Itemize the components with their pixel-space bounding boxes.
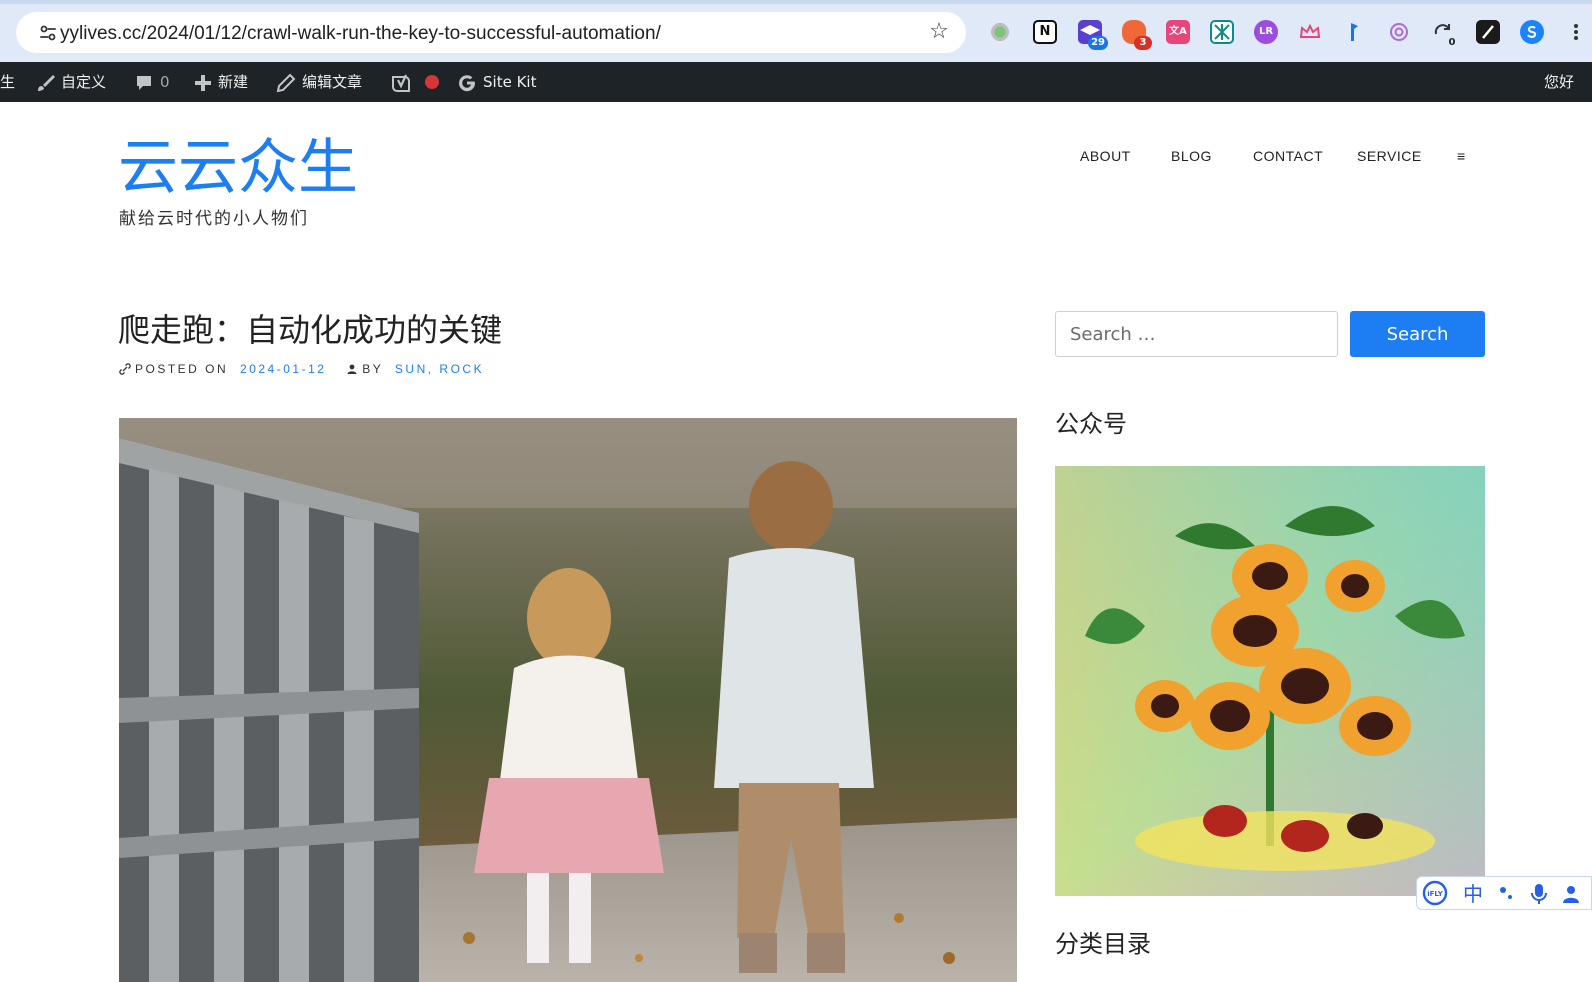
adminbar-comments[interactable]: 0 [134, 62, 170, 102]
post-date[interactable]: 2024-01-12 [240, 362, 326, 376]
link-icon [119, 363, 131, 375]
wechat-qr-image [1055, 466, 1485, 896]
punctuation-icon[interactable] [1497, 884, 1517, 904]
address-bar[interactable]: yylives.cc/2024/01/12/crawl-walk-run-the… [16, 12, 966, 53]
nav-service[interactable]: SERVICE [1357, 148, 1422, 168]
dark-slash-extension-icon[interactable] [1476, 20, 1500, 44]
nav-about[interactable]: ABOUT [1080, 148, 1131, 168]
adminbar-sitekit[interactable]: Site Kit [457, 62, 536, 102]
adminbar-greeting[interactable]: 您好 [1544, 62, 1574, 102]
chat-bubbles-extension-icon[interactable]: 3 [1122, 20, 1152, 50]
ime-mode-label[interactable]: 中 [1463, 881, 1483, 907]
featured-image [119, 418, 1017, 982]
new-label: 新建 [218, 73, 249, 91]
yoast-status-dot [425, 75, 439, 89]
by-label: BY [362, 362, 384, 376]
microphone-icon[interactable] [1529, 883, 1549, 905]
comments-count: 0 [160, 73, 170, 91]
comment-icon [137, 75, 151, 90]
nav-contact[interactable]: CONTACT [1253, 148, 1323, 168]
google-g-icon [459, 74, 476, 91]
customize-label: 自定义 [61, 73, 107, 91]
translate-label: 文A [1169, 26, 1187, 37]
site-description: 献给云时代的小人物们 [119, 209, 309, 229]
search-input[interactable] [1055, 311, 1338, 357]
nav-menu-icon[interactable]: ≡ [1457, 148, 1466, 168]
widget-title-categories: 分类目录 [1055, 930, 1151, 958]
notion-label: N [1039, 24, 1051, 39]
notion-extension-icon[interactable]: N [1033, 20, 1057, 44]
lr-label: LR [1258, 26, 1274, 37]
edit-post-label: 编辑文章 [302, 73, 363, 91]
tab-strip-edge [0, 0, 1592, 4]
search-button[interactable]: Search [1350, 311, 1485, 357]
adminbar-yoast[interactable] [390, 62, 418, 102]
sitekit-label: Site Kit [483, 73, 537, 91]
paintbrush-icon [38, 74, 55, 91]
extensions-overflow-icon[interactable] [1564, 20, 1588, 44]
site-title[interactable]: 云云众生 [118, 133, 358, 203]
bookmark-star-icon[interactable]: ☆ [926, 19, 952, 45]
pencil-icon [276, 73, 296, 92]
adminbar-site-name[interactable]: 生 [0, 62, 15, 102]
lr-extension-icon[interactable]: LR [1254, 20, 1278, 44]
circle-extension-icon[interactable] [988, 20, 1012, 44]
post-author[interactable]: SUN, ROCK [395, 362, 484, 376]
adminbar-new[interactable]: 新建 [194, 62, 248, 102]
post-title: 爬走跑：自动化成功的关键 [118, 311, 503, 349]
adminbar-edit-post[interactable]: 编辑文章 [276, 62, 362, 102]
ime-toolbar[interactable]: iFLY 中 [1416, 876, 1592, 910]
extension-badge: 29 [1088, 36, 1108, 50]
adminbar-customize[interactable]: 自定义 [35, 62, 106, 102]
ifly-icon[interactable]: iFLY [1422, 880, 1448, 906]
plus-icon [195, 74, 211, 91]
wp-admin-bar: 生 自定义 0 新建 编辑文章 Site Kit 您好 [0, 62, 1592, 102]
translate-extension-icon[interactable]: 文A [1166, 20, 1190, 44]
nav-blog[interactable]: BLOG [1171, 148, 1212, 168]
extension-badge: 0 [1448, 37, 1456, 48]
openai-extension-icon[interactable] [1387, 20, 1411, 44]
blue-s-extension-icon[interactable] [1520, 20, 1544, 44]
svg-text:iFLY: iFLY [1427, 890, 1444, 898]
user-icon[interactable] [1561, 884, 1581, 904]
graduation-cap-extension-icon[interactable]: 29 [1078, 20, 1108, 50]
posted-on-label: POSTED ON [135, 362, 229, 376]
pattern-extension-icon[interactable] [1210, 20, 1234, 44]
post-meta: POSTED ON 2024-01-12 BY SUN, ROCK [119, 362, 484, 376]
user-icon [347, 364, 357, 374]
extension-badge: 3 [1134, 36, 1152, 50]
refresh-extension-icon[interactable]: 0 [1431, 20, 1455, 48]
crown-extension-icon[interactable] [1298, 20, 1322, 44]
widget-title-wechat: 公众号 [1055, 410, 1127, 438]
url-text[interactable]: yylives.cc/2024/01/12/crawl-walk-run-the… [60, 23, 661, 45]
yoast-icon [392, 74, 410, 92]
browser-toolbar: yylives.cc/2024/01/12/crawl-walk-run-the… [0, 0, 1592, 62]
site-info-icon[interactable] [38, 23, 58, 43]
blue-flag-extension-icon[interactable] [1342, 20, 1366, 44]
